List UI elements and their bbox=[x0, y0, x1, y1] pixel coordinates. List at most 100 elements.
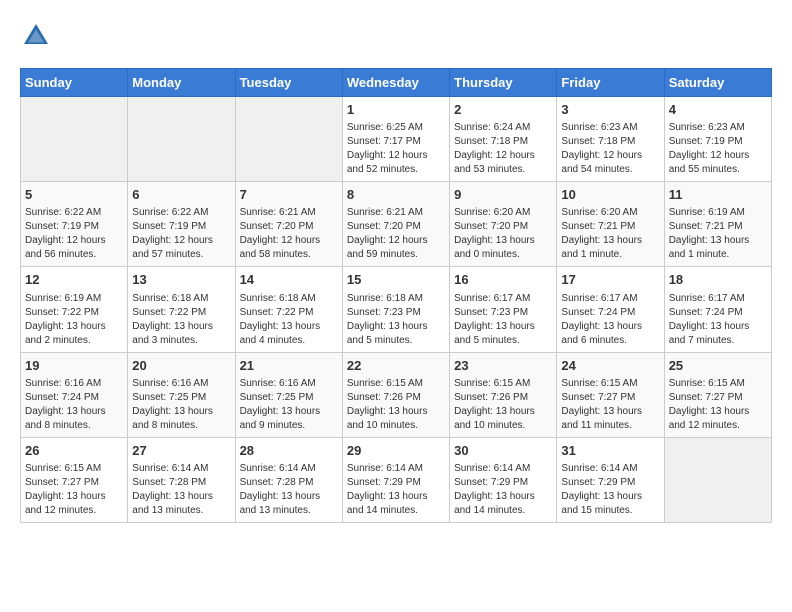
day-info: Sunrise: 6:24 AM Sunset: 7:18 PM Dayligh… bbox=[454, 121, 552, 177]
day-cell: 26 Sunrise: 6:15 AM Sunset: 7:27 PM Dayli… bbox=[21, 437, 128, 522]
day-cell: 6 Sunrise: 6:22 AM Sunset: 7:19 PM Daylig… bbox=[128, 182, 235, 267]
calendar-table: SundayMondayTuesdayWednesdayThursdayFrid… bbox=[20, 68, 772, 523]
day-number: 23 bbox=[454, 357, 552, 375]
day-cell: 21Sunrise: 6:16 AM Sunset: 7:25 PM Dayli… bbox=[235, 352, 342, 437]
day-cell: 25 Sunrise: 6:15 AM Sunset: 7:27 PM Dayli… bbox=[664, 352, 771, 437]
header-cell-tuesday: Tuesday bbox=[235, 69, 342, 97]
day-info: Sunrise: 6:17 AM Sunset: 7:24 PM Dayligh… bbox=[561, 292, 659, 348]
day-cell bbox=[664, 437, 771, 522]
day-info: Sunrise: 6:15 AM Sunset: 7:27 PM Dayligh… bbox=[25, 462, 123, 518]
day-info: Sunrise: 6:19 AM Sunset: 7:22 PM Dayligh… bbox=[25, 292, 123, 348]
day-cell: 18 Sunrise: 6:17 AM Sunset: 7:24 PM Dayli… bbox=[664, 267, 771, 352]
day-cell: 27 Sunrise: 6:14 AM Sunset: 7:28 PM Dayli… bbox=[128, 437, 235, 522]
day-number: 5 bbox=[25, 186, 123, 204]
day-number: 2 bbox=[454, 101, 552, 119]
week-row: 1 Sunrise: 6:25 AM Sunset: 7:17 PM Daylig… bbox=[21, 97, 772, 182]
page-header bbox=[20, 20, 772, 52]
day-info: Sunrise: 6:18 AM Sunset: 7:22 PM Dayligh… bbox=[132, 292, 230, 348]
day-info: Sunrise: 6:17 AM Sunset: 7:23 PM Dayligh… bbox=[454, 292, 552, 348]
day-number: 6 bbox=[132, 186, 230, 204]
day-cell: 8 Sunrise: 6:21 AM Sunset: 7:20 PM Daylig… bbox=[342, 182, 449, 267]
day-cell: 15 Sunrise: 6:18 AM Sunset: 7:23 PM Dayli… bbox=[342, 267, 449, 352]
day-cell: 19Sunrise: 6:16 AM Sunset: 7:24 PM Dayli… bbox=[21, 352, 128, 437]
day-cell: 13 Sunrise: 6:18 AM Sunset: 7:22 PM Dayli… bbox=[128, 267, 235, 352]
day-info: Sunrise: 6:20 AM Sunset: 7:21 PM Dayligh… bbox=[561, 206, 659, 262]
day-info: Sunrise: 6:15 AM Sunset: 7:27 PM Dayligh… bbox=[561, 377, 659, 433]
calendar-body: 1 Sunrise: 6:25 AM Sunset: 7:17 PM Daylig… bbox=[21, 97, 772, 523]
day-number: 21 bbox=[240, 357, 338, 375]
day-cell: 4 Sunrise: 6:23 AM Sunset: 7:19 PM Daylig… bbox=[664, 97, 771, 182]
day-info: Sunrise: 6:15 AM Sunset: 7:26 PM Dayligh… bbox=[347, 377, 445, 433]
header-cell-saturday: Saturday bbox=[664, 69, 771, 97]
week-row: 26 Sunrise: 6:15 AM Sunset: 7:27 PM Dayli… bbox=[21, 437, 772, 522]
day-number: 20 bbox=[132, 357, 230, 375]
day-info: Sunrise: 6:14 AM Sunset: 7:28 PM Dayligh… bbox=[132, 462, 230, 518]
day-info: Sunrise: 6:21 AM Sunset: 7:20 PM Dayligh… bbox=[347, 206, 445, 262]
day-cell: 5Sunrise: 6:22 AM Sunset: 7:19 PM Daylig… bbox=[21, 182, 128, 267]
day-number: 31 bbox=[561, 442, 659, 460]
day-info: Sunrise: 6:23 AM Sunset: 7:18 PM Dayligh… bbox=[561, 121, 659, 177]
day-info: Sunrise: 6:19 AM Sunset: 7:21 PM Dayligh… bbox=[669, 206, 767, 262]
day-cell: 7 Sunrise: 6:21 AM Sunset: 7:20 PM Daylig… bbox=[235, 182, 342, 267]
day-cell: 3 Sunrise: 6:23 AM Sunset: 7:18 PM Daylig… bbox=[557, 97, 664, 182]
day-info: Sunrise: 6:17 AM Sunset: 7:24 PM Dayligh… bbox=[669, 292, 767, 348]
day-info: Sunrise: 6:16 AM Sunset: 7:24 PM Dayligh… bbox=[25, 377, 123, 433]
day-number: 16 bbox=[454, 271, 552, 289]
calendar-header: SundayMondayTuesdayWednesdayThursdayFrid… bbox=[21, 69, 772, 97]
day-number: 14 bbox=[240, 271, 338, 289]
day-info: Sunrise: 6:14 AM Sunset: 7:28 PM Dayligh… bbox=[240, 462, 338, 518]
day-info: Sunrise: 6:22 AM Sunset: 7:19 PM Dayligh… bbox=[132, 206, 230, 262]
logo-icon bbox=[20, 20, 52, 52]
day-number: 8 bbox=[347, 186, 445, 204]
header-cell-wednesday: Wednesday bbox=[342, 69, 449, 97]
day-cell: 24 Sunrise: 6:15 AM Sunset: 7:27 PM Dayli… bbox=[557, 352, 664, 437]
week-row: 5 Sunrise: 6:22 AM Sunset: 7:19 PM Daylig… bbox=[21, 182, 772, 267]
week-row: 19Sunrise: 6:16 AM Sunset: 7:24 PM Dayli… bbox=[21, 352, 772, 437]
day-info: Sunrise: 6:18 AM Sunset: 7:23 PM Dayligh… bbox=[347, 292, 445, 348]
day-info: Sunrise: 6:21 AM Sunset: 7:20 PM Dayligh… bbox=[240, 206, 338, 262]
day-number: 10 bbox=[561, 186, 659, 204]
day-number: 12 bbox=[25, 271, 123, 289]
day-number: 7 bbox=[240, 186, 338, 204]
day-info: Sunrise: 6:25 AM Sunset: 7:17 PM Dayligh… bbox=[347, 121, 445, 177]
day-number: 1 bbox=[347, 101, 445, 119]
day-info: Sunrise: 6:15 AM Sunset: 7:27 PM Dayligh… bbox=[669, 377, 767, 433]
day-cell bbox=[21, 97, 128, 182]
day-number: 9 bbox=[454, 186, 552, 204]
day-cell: 9 Sunrise: 6:20 AM Sunset: 7:20 PM Daylig… bbox=[450, 182, 557, 267]
day-cell: 10 Sunrise: 6:20 AM Sunset: 7:21 PM Dayli… bbox=[557, 182, 664, 267]
day-cell bbox=[128, 97, 235, 182]
day-info: Sunrise: 6:23 AM Sunset: 7:19 PM Dayligh… bbox=[669, 121, 767, 177]
header-cell-friday: Friday bbox=[557, 69, 664, 97]
day-cell: 12 Sunrise: 6:19 AM Sunset: 7:22 PM Dayli… bbox=[21, 267, 128, 352]
week-row: 12 Sunrise: 6:19 AM Sunset: 7:22 PM Dayli… bbox=[21, 267, 772, 352]
day-cell bbox=[235, 97, 342, 182]
day-number: 15 bbox=[347, 271, 445, 289]
day-number: 22 bbox=[347, 357, 445, 375]
day-number: 27 bbox=[132, 442, 230, 460]
day-info: Sunrise: 6:20 AM Sunset: 7:20 PM Dayligh… bbox=[454, 206, 552, 262]
day-cell: 20 Sunrise: 6:16 AM Sunset: 7:25 PM Dayli… bbox=[128, 352, 235, 437]
day-info: Sunrise: 6:16 AM Sunset: 7:25 PM Dayligh… bbox=[132, 377, 230, 433]
day-number: 3 bbox=[561, 101, 659, 119]
day-number: 4 bbox=[669, 101, 767, 119]
header-cell-thursday: Thursday bbox=[450, 69, 557, 97]
day-info: Sunrise: 6:15 AM Sunset: 7:26 PM Dayligh… bbox=[454, 377, 552, 433]
day-cell: 31Sunrise: 6:14 AM Sunset: 7:29 PM Dayli… bbox=[557, 437, 664, 522]
day-number: 18 bbox=[669, 271, 767, 289]
day-cell: 14Sunrise: 6:18 AM Sunset: 7:22 PM Dayli… bbox=[235, 267, 342, 352]
day-info: Sunrise: 6:14 AM Sunset: 7:29 PM Dayligh… bbox=[454, 462, 552, 518]
header-cell-monday: Monday bbox=[128, 69, 235, 97]
day-cell: 23 Sunrise: 6:15 AM Sunset: 7:26 PM Dayli… bbox=[450, 352, 557, 437]
day-number: 13 bbox=[132, 271, 230, 289]
day-cell: 28Sunrise: 6:14 AM Sunset: 7:28 PM Dayli… bbox=[235, 437, 342, 522]
day-cell: 17 Sunrise: 6:17 AM Sunset: 7:24 PM Dayli… bbox=[557, 267, 664, 352]
day-number: 30 bbox=[454, 442, 552, 460]
day-info: Sunrise: 6:14 AM Sunset: 7:29 PM Dayligh… bbox=[347, 462, 445, 518]
day-number: 24 bbox=[561, 357, 659, 375]
logo bbox=[20, 20, 56, 52]
day-cell: 29Sunrise: 6:14 AM Sunset: 7:29 PM Dayli… bbox=[342, 437, 449, 522]
day-number: 25 bbox=[669, 357, 767, 375]
day-number: 26 bbox=[25, 442, 123, 460]
day-number: 17 bbox=[561, 271, 659, 289]
